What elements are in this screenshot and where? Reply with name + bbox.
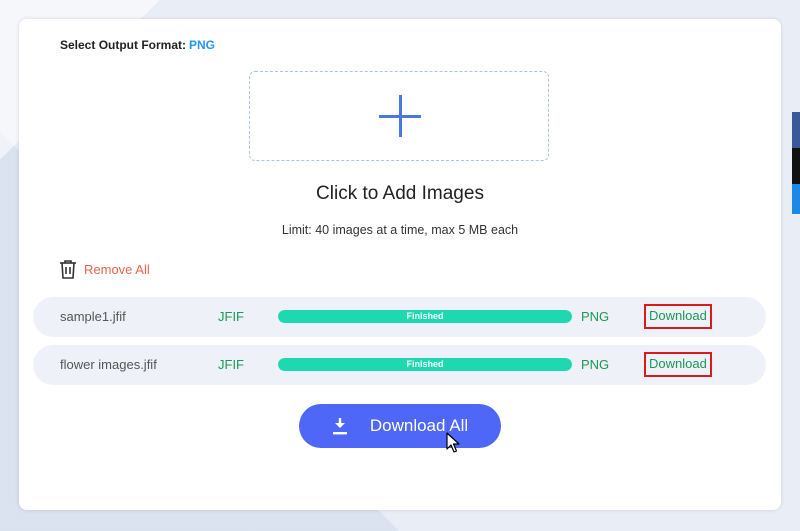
file-name: sample1.jfif [60,309,126,324]
file-row: flower images.jfif JFIF Finished PNG Dow… [33,345,766,385]
remove-all-button[interactable]: Remove All [59,259,150,279]
side-strip-segment [792,112,800,148]
side-strip-segment [792,184,800,214]
download-button[interactable]: Download [644,352,712,377]
download-button[interactable]: Download [644,304,712,329]
output-format-label: Select Output Format: [60,38,187,52]
download-icon [332,418,347,435]
download-all-button[interactable]: Download All [299,404,501,448]
side-social-strip [792,112,800,214]
side-strip-segment [792,148,800,184]
add-images-dropzone[interactable] [249,71,549,161]
trash-icon [60,260,76,279]
progress-bar: Finished [278,310,572,323]
progress-bar: Finished [278,358,572,371]
output-format-value[interactable]: PNG [189,38,215,52]
plus-icon [379,95,421,137]
converter-dialog: Select Output Format: PNG Click to Add Im… [19,19,781,510]
remove-all-label: Remove All [84,261,150,277]
source-format: JFIF [218,309,244,324]
progress-status: Finished [406,311,444,321]
add-images-title[interactable]: Click to Add Images [19,183,781,205]
upload-limit-text: Limit: 40 images at a time, max 5 MB eac… [281,223,519,237]
progress-status: Finished [406,359,444,369]
source-format: JFIF [218,357,244,372]
target-format: PNG [581,309,610,324]
file-name: flower images.jfif [60,357,157,372]
target-format: PNG [581,357,610,372]
file-row: sample1.jfif JFIF Finished PNG Download [33,297,766,337]
mouse-cursor-icon [446,432,460,453]
output-format-line: Select Output Format: PNG [60,38,215,52]
